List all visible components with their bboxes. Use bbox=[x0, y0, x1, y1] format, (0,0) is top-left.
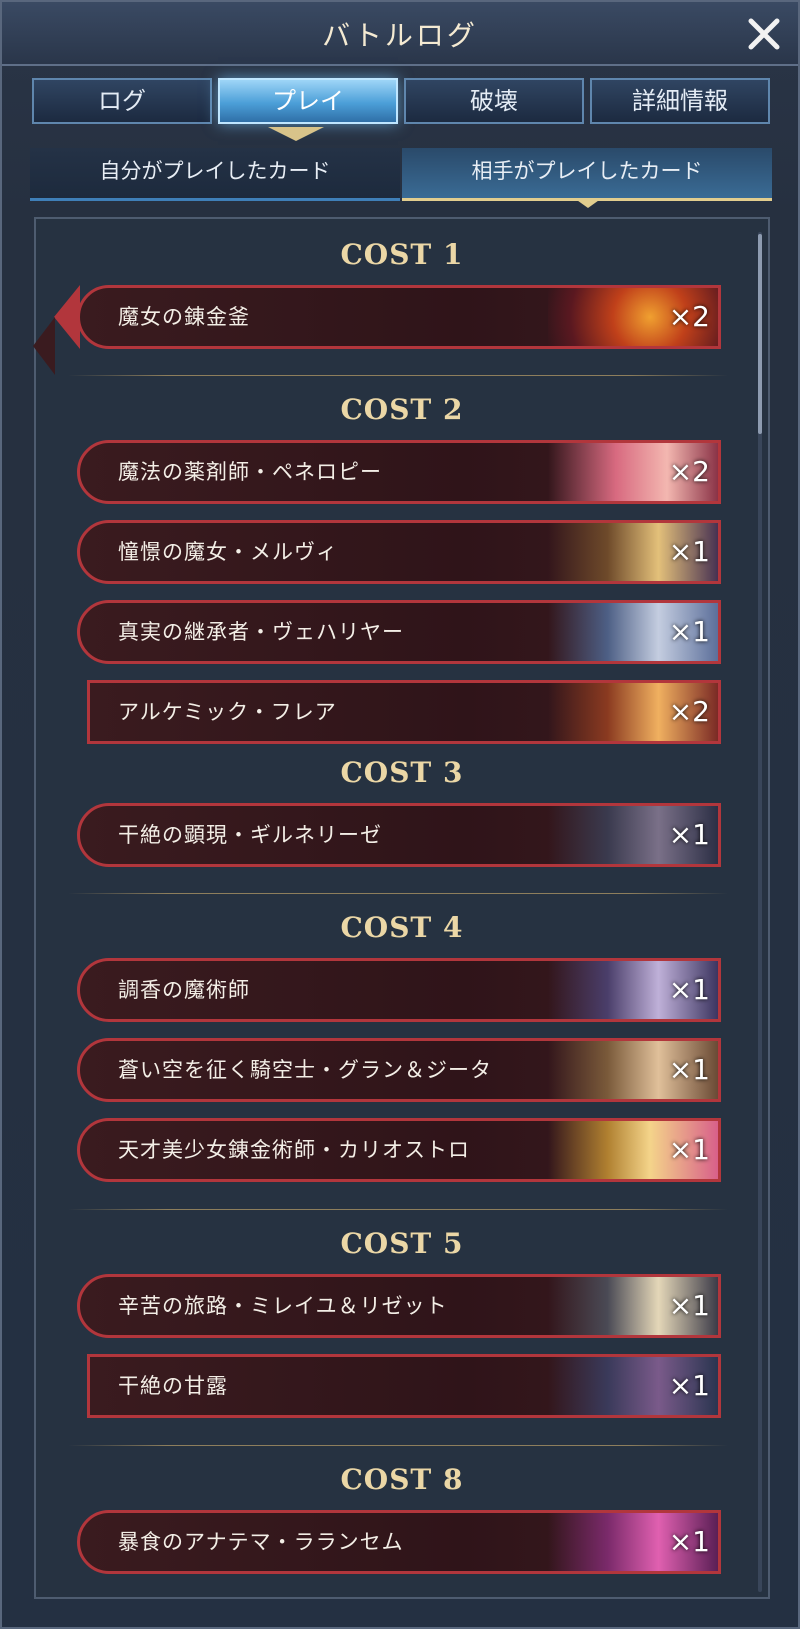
card-count: ×1 bbox=[668, 615, 710, 648]
tab-details[interactable]: 詳細情報 bbox=[590, 78, 770, 124]
card-row[interactable]: 魔女の錬金釜 ×2 bbox=[33, 285, 721, 375]
card-name: 魔法の薬剤師・ペネロピー bbox=[118, 460, 382, 484]
card-row[interactable]: 真実の継承者・ヴェハリヤー ×1 bbox=[77, 600, 721, 664]
active-tab-pointer bbox=[268, 127, 324, 141]
card-row[interactable]: アルケミック・フレア ×2 bbox=[87, 680, 721, 744]
card-name: 暴食のアナテマ・ラランセム bbox=[118, 1530, 404, 1554]
card-row[interactable]: 憧憬の魔女・メルヴィ ×1 bbox=[77, 520, 721, 584]
tab-play[interactable]: プレイ bbox=[218, 78, 398, 124]
card-row[interactable]: 干絶の甘露 ×1 bbox=[87, 1354, 721, 1418]
tab-log[interactable]: ログ bbox=[32, 78, 212, 124]
card-row[interactable]: 蒼い空を征く騎空士・グラン＆ジータ ×1 bbox=[77, 1038, 721, 1102]
cost-header: COST 2 bbox=[340, 393, 464, 426]
card-row[interactable]: 干絶の顕現・ギルネリーゼ ×1 bbox=[77, 803, 721, 867]
card-row[interactable]: 調香の魔術師 ×1 bbox=[77, 958, 721, 1022]
active-subtab-pointer bbox=[574, 198, 602, 208]
card-count: ×1 bbox=[668, 1133, 710, 1166]
card-count: ×2 bbox=[668, 695, 710, 728]
cost-header: COST 5 bbox=[340, 1227, 464, 1260]
close-icon[interactable] bbox=[746, 16, 782, 52]
card-count: ×1 bbox=[668, 1053, 710, 1086]
card-name: 天才美少女錬金術師・カリオストロ bbox=[118, 1138, 470, 1162]
card-count: ×1 bbox=[668, 1289, 710, 1322]
card-count: ×1 bbox=[668, 818, 710, 851]
card-name: 調香の魔術師 bbox=[118, 978, 250, 1002]
card-count: ×1 bbox=[668, 1525, 710, 1558]
card-name: 干絶の顕現・ギルネリーゼ bbox=[118, 823, 382, 847]
modal-title: バトルログ bbox=[322, 19, 478, 52]
card-row[interactable]: 暴食のアナテマ・ラランセム ×1 bbox=[77, 1510, 721, 1574]
card-name: 真実の継承者・ヴェハリヤー bbox=[118, 620, 404, 644]
card-name: 魔女の錬金釜 bbox=[118, 305, 250, 329]
divider bbox=[68, 1209, 728, 1210]
divider bbox=[68, 893, 728, 894]
card-row[interactable]: 辛苦の旅路・ミレイユ＆リゼット ×1 bbox=[77, 1274, 721, 1338]
cost-header: COST 8 bbox=[340, 1463, 464, 1496]
card-count: ×2 bbox=[668, 455, 710, 488]
subtab-my-cards[interactable]: 自分がプレイしたカード bbox=[30, 148, 400, 201]
main-tabs: ログ プレイ 破壊 詳細情報 bbox=[32, 78, 772, 126]
card-name: 蒼い空を征く騎空士・グラン＆ジータ bbox=[118, 1058, 492, 1082]
card-count: ×1 bbox=[668, 1369, 710, 1402]
card-name: アルケミック・フレア bbox=[118, 700, 337, 724]
tab-destroy[interactable]: 破壊 bbox=[404, 78, 584, 124]
cost-header: COST 4 bbox=[340, 911, 464, 944]
card-count: ×2 bbox=[668, 300, 710, 333]
card-row[interactable]: 魔法の薬剤師・ペネロピー ×2 bbox=[77, 440, 721, 504]
cost-header: COST 1 bbox=[340, 238, 464, 271]
divider bbox=[68, 375, 728, 376]
title-bar: バトルログ bbox=[2, 2, 798, 66]
subtab-opponent-cards[interactable]: 相手がプレイしたカード bbox=[402, 148, 772, 201]
card-count: ×1 bbox=[668, 535, 710, 568]
card-row[interactable]: 天才美少女錬金術師・カリオストロ ×1 bbox=[77, 1118, 721, 1182]
card-name: 憧憬の魔女・メルヴィ bbox=[118, 540, 338, 564]
battle-log-modal: バトルログ ログ プレイ 破壊 詳細情報 自分がプレイしたカード 相手がプレイし… bbox=[0, 0, 800, 1629]
card-name: 干絶の甘露 bbox=[118, 1374, 228, 1398]
card-name: 辛苦の旅路・ミレイユ＆リゼット bbox=[118, 1294, 448, 1318]
card-count: ×1 bbox=[668, 973, 710, 1006]
cost-header: COST 3 bbox=[340, 756, 464, 789]
divider bbox=[68, 1445, 728, 1446]
spell-arrow-icon bbox=[33, 285, 80, 375]
sub-tabs: 自分がプレイしたカード 相手がプレイしたカード bbox=[30, 148, 774, 201]
